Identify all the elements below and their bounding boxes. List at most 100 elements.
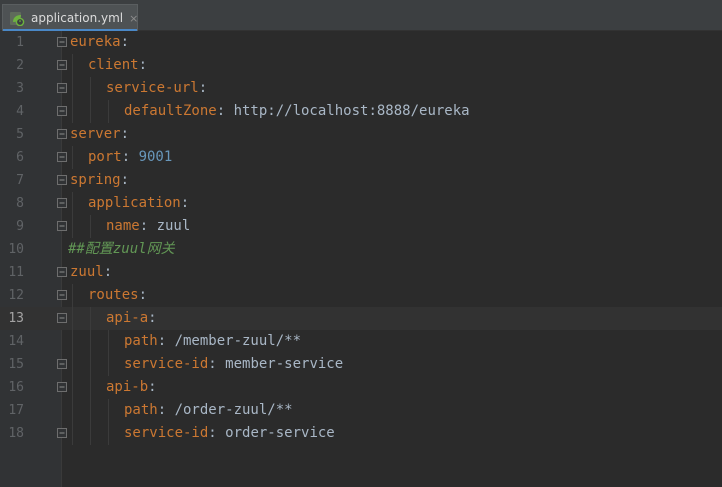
- yaml-separator: :: [208, 356, 226, 372]
- yaml-separator: :: [103, 264, 113, 280]
- fold-end-icon[interactable]: [57, 359, 67, 369]
- yaml-comment: ##配置zuul网关: [68, 241, 175, 257]
- yaml-key: service-id: [124, 356, 209, 372]
- code-line[interactable]: 3 service-url:: [0, 77, 722, 100]
- code-text: service-url:: [106, 77, 207, 100]
- fold-collapse-icon[interactable]: [57, 175, 67, 185]
- indent-guide: [108, 353, 109, 376]
- code-line[interactable]: 5 server:: [0, 123, 722, 146]
- fold-collapse-icon[interactable]: [57, 267, 67, 277]
- code-line[interactable]: 1 eureka:: [0, 31, 722, 54]
- tab-application-yml[interactable]: application.yml ×: [2, 4, 138, 31]
- yaml-separator: :: [216, 103, 234, 119]
- line-number: 3: [16, 81, 24, 96]
- indent-guide: [72, 100, 73, 123]
- fold-collapse-icon[interactable]: [57, 60, 67, 70]
- yaml-key: defaultZone: [124, 103, 217, 119]
- code-line[interactable]: 17 path: /order-zuul/**: [0, 399, 722, 422]
- indent-guide: [90, 376, 91, 399]
- fold-collapse-icon[interactable]: [57, 313, 67, 323]
- yaml-separator: :: [120, 172, 130, 188]
- code-text: defaultZone: http://localhost:8888/eurek…: [124, 100, 470, 123]
- yaml-separator: :: [148, 379, 157, 395]
- code-text: spring:: [70, 169, 129, 192]
- code-line[interactable]: 2 client:: [0, 54, 722, 77]
- indent-guide: [72, 330, 73, 353]
- yaml-separator: :: [120, 34, 130, 50]
- code-line[interactable]: 9 name: zuul: [0, 215, 722, 238]
- yaml-separator: :: [139, 218, 157, 234]
- yaml-value: member-service: [225, 356, 344, 372]
- yaml-separator: :: [138, 287, 148, 303]
- code-line[interactable]: 13 api-a:: [0, 307, 722, 330]
- line-number: 9: [16, 219, 24, 234]
- yaml-value: zuul: [156, 218, 191, 234]
- indent-guide: [72, 215, 73, 238]
- yaml-key: service-id: [124, 425, 209, 441]
- code-text: client:: [88, 54, 147, 77]
- code-line[interactable]: 7 spring:: [0, 169, 722, 192]
- code-line[interactable]: 12 routes:: [0, 284, 722, 307]
- yaml-separator: :: [121, 149, 139, 165]
- code-line[interactable]: 10 ##配置zuul网关: [0, 238, 722, 261]
- code-text: eureka:: [70, 31, 129, 54]
- yaml-key: port: [88, 149, 122, 165]
- code-line[interactable]: 8 application:: [0, 192, 722, 215]
- yaml-value: /order-zuul/**: [174, 402, 293, 418]
- fold-collapse-icon[interactable]: [57, 382, 67, 392]
- line-number: 4: [16, 104, 24, 119]
- code-line[interactable]: 4 defaultZone: http://localhost:8888/eure…: [0, 100, 722, 123]
- code-line[interactable]: 18 service-id: order-service: [0, 422, 722, 445]
- code-editor[interactable]: 1 eureka: 2 client: 3 service-url: 4 defaultZon…: [0, 31, 722, 487]
- yaml-key: api-b: [106, 379, 149, 395]
- line-number: 6: [16, 150, 24, 165]
- code-text: service-id: member-service: [124, 353, 343, 376]
- line-number: 18: [8, 426, 24, 441]
- code-text: port: 9001: [88, 146, 172, 169]
- code-text: application:: [88, 192, 189, 215]
- indent-guide: [90, 100, 91, 123]
- indent-guide: [108, 100, 109, 123]
- line-number: 5: [16, 127, 24, 142]
- fold-end-icon[interactable]: [57, 221, 67, 231]
- fold-end-icon[interactable]: [57, 152, 67, 162]
- yaml-key: service-url: [106, 80, 199, 96]
- indent-guide: [108, 330, 109, 353]
- code-text: path: /order-zuul/**: [124, 399, 293, 422]
- line-number: 2: [16, 58, 24, 73]
- code-line[interactable]: 6 port: 9001: [0, 146, 722, 169]
- indent-guide: [72, 146, 73, 169]
- fold-collapse-icon[interactable]: [57, 290, 67, 300]
- yaml-value: 9001: [138, 149, 173, 165]
- yaml-separator: :: [198, 80, 208, 96]
- fold-collapse-icon[interactable]: [57, 83, 67, 93]
- code-line[interactable]: 16 api-b:: [0, 376, 722, 399]
- indent-guide: [90, 399, 91, 422]
- code-line[interactable]: 14 path: /member-zuul/**: [0, 330, 722, 353]
- fold-collapse-icon[interactable]: [57, 198, 67, 208]
- line-number: 8: [16, 196, 24, 211]
- close-icon[interactable]: ×: [129, 12, 138, 25]
- code-line[interactable]: 15 service-id: member-service: [0, 353, 722, 376]
- yaml-key: api-a: [106, 310, 149, 326]
- yaml-key: application: [88, 195, 181, 211]
- yaml-key: path: [124, 402, 158, 418]
- yaml-separator: :: [157, 402, 175, 418]
- yaml-separator: :: [157, 333, 175, 349]
- indent-guide: [72, 192, 73, 215]
- yaml-value: /member-zuul/**: [174, 333, 302, 349]
- fold-collapse-icon[interactable]: [57, 37, 67, 47]
- yaml-key: client: [88, 57, 139, 73]
- line-number: 17: [8, 403, 24, 418]
- indent-guide: [108, 422, 109, 445]
- indent-guide: [90, 330, 91, 353]
- line-number: 16: [8, 380, 24, 395]
- fold-collapse-icon[interactable]: [57, 129, 67, 139]
- line-number: 15: [8, 357, 24, 372]
- fold-end-icon[interactable]: [57, 106, 67, 116]
- code-text: routes:: [88, 284, 147, 307]
- indent-guide: [90, 353, 91, 376]
- indent-guide: [72, 307, 73, 330]
- fold-end-icon[interactable]: [57, 428, 67, 438]
- code-line[interactable]: 11 zuul:: [0, 261, 722, 284]
